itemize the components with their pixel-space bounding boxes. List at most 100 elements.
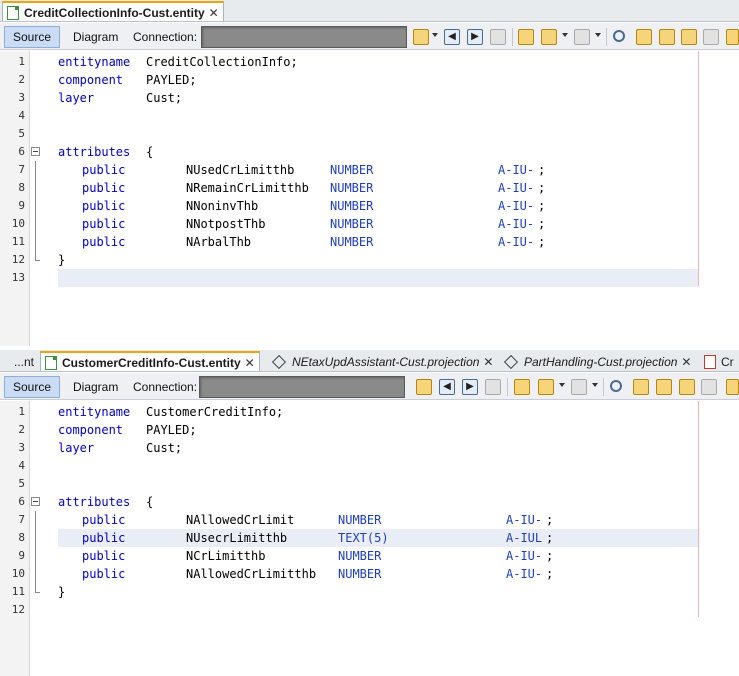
line-number: 8 xyxy=(18,531,25,544)
code-line: 6 attributes { xyxy=(0,493,739,511)
find-next-icon[interactable] xyxy=(659,29,675,45)
line-number: 3 xyxy=(18,91,25,104)
bookmark-toggle-icon[interactable] xyxy=(538,379,554,395)
find-next-icon[interactable] xyxy=(656,379,672,395)
format-icon[interactable] xyxy=(574,29,590,45)
run-dropdown-icon[interactable] xyxy=(432,33,438,37)
bookmark-dropdown-icon[interactable] xyxy=(559,383,565,387)
toggle-highlight-icon[interactable] xyxy=(703,29,719,45)
fold-collapse-icon[interactable] xyxy=(31,497,40,506)
run-icon[interactable] xyxy=(413,29,429,45)
attribute-name: NRemainCrLimitthb xyxy=(186,181,309,195)
deploy-icon[interactable] xyxy=(490,29,506,45)
format-dropdown-icon[interactable] xyxy=(595,33,601,37)
code-editor[interactable]: 1 entityname CustomerCreditInfo; 2 compo… xyxy=(0,401,739,676)
code-line: 4 xyxy=(0,457,739,475)
brace: } xyxy=(58,585,66,599)
forward-icon[interactable]: ▶ xyxy=(467,29,483,45)
entity-file-icon xyxy=(45,355,57,370)
keyword: entityname xyxy=(58,55,131,69)
projection-file-icon xyxy=(271,354,287,369)
keyword: layer xyxy=(58,91,95,105)
tab-netaxupdassistant[interactable]: NEtaxUpdAssistant-Cust.projection ✕ xyxy=(268,351,497,371)
bookmark-toggle-icon[interactable] xyxy=(541,29,557,45)
tab-truncated-left[interactable]: ...nt xyxy=(10,351,38,371)
find-selection-icon[interactable] xyxy=(681,29,697,45)
attribute-name: NCrLimitthb xyxy=(186,549,266,563)
find-previous-icon[interactable] xyxy=(633,379,649,395)
line-number: 1 xyxy=(18,405,25,418)
attribute-name: NUsecrLimitthb xyxy=(186,531,288,545)
format-dropdown-icon[interactable] xyxy=(592,383,598,387)
line-number: 10 xyxy=(11,567,25,580)
semicolon: ; xyxy=(546,549,554,563)
close-tab-icon[interactable]: ✕ xyxy=(681,355,691,369)
close-tab-icon[interactable]: ✕ xyxy=(245,356,255,370)
identifier: CreditCollectionInfo; xyxy=(146,55,298,69)
code-editor[interactable]: 1 entityname CreditCollectionInfo; 2 com… xyxy=(0,51,739,346)
diagram-mode-button[interactable]: Diagram xyxy=(64,26,127,48)
editor-toolbar: Source Diagram Connection: ◀ ▶ xyxy=(0,23,739,50)
source-mode-button[interactable]: Source xyxy=(4,26,61,48)
identifier: Cust; xyxy=(146,91,183,105)
bookmark-prev-icon[interactable] xyxy=(518,29,534,45)
tab-bar: ...nt CustomerCreditInfo-Cust.entity ✕ N… xyxy=(0,350,739,372)
modifier: public xyxy=(82,513,126,527)
attribute-name: NNoninvThb xyxy=(186,199,259,213)
run-icon[interactable] xyxy=(416,379,432,395)
tab-label: Cr xyxy=(721,354,734,369)
find-selection-icon[interactable] xyxy=(679,379,695,395)
line-number: 6 xyxy=(18,495,25,508)
find-icon[interactable] xyxy=(613,30,625,42)
line-number: 9 xyxy=(18,549,25,562)
close-tab-icon[interactable]: ✕ xyxy=(483,355,493,369)
tab-label: CustomerCreditInfo-Cust.entity xyxy=(62,355,241,370)
tab-truncated-right[interactable]: Cr xyxy=(700,351,738,371)
document-icon xyxy=(704,354,716,369)
keyword: component xyxy=(58,423,124,437)
close-tab-icon[interactable]: ✕ xyxy=(209,6,219,20)
keyword: attributes xyxy=(58,495,131,509)
attribute-type: NUMBER xyxy=(330,163,374,177)
code-line: 11 } xyxy=(0,583,739,601)
bookmark-prev-icon[interactable] xyxy=(514,379,530,395)
modifier: public xyxy=(82,567,126,581)
bookmark-dropdown-icon[interactable] xyxy=(562,33,568,37)
connection-field[interactable] xyxy=(199,376,405,398)
tab-creditcollectioninfo[interactable]: CreditCollectionInfo-Cust.entity ✕ xyxy=(2,1,224,21)
semicolon: ; xyxy=(538,235,546,249)
entity-file-icon xyxy=(7,5,19,20)
code-line: 5 xyxy=(0,475,739,493)
forward-icon[interactable]: ▶ xyxy=(462,379,478,395)
fold-collapse-icon[interactable] xyxy=(31,147,40,156)
attribute-flags: A-IU- xyxy=(498,235,535,249)
tab-parthandling[interactable]: PartHandling-Cust.projection ✕ xyxy=(500,351,695,371)
find-icon[interactable] xyxy=(610,380,622,392)
overflow-icon[interactable] xyxy=(726,379,739,395)
code-line-current: 8 public NUsecrLimitthb TEXT(5) A-IUL ; xyxy=(0,529,739,547)
back-icon[interactable]: ◀ xyxy=(444,29,460,45)
code-line-current: 13 xyxy=(0,269,739,287)
connection-field[interactable] xyxy=(201,26,407,48)
back-icon[interactable]: ◀ xyxy=(439,379,455,395)
semicolon: ; xyxy=(538,199,546,213)
current-line-highlight xyxy=(58,269,698,287)
tab-label: NEtaxUpdAssistant-Cust.projection xyxy=(292,354,480,369)
code-line: 4 xyxy=(0,107,739,125)
diagram-mode-button[interactable]: Diagram xyxy=(64,376,127,398)
format-icon[interactable] xyxy=(571,379,587,395)
line-number: 12 xyxy=(11,253,25,266)
toggle-highlight-icon[interactable] xyxy=(701,379,717,395)
code-line: 11 public NArbalThb NUMBER A-IU- ; xyxy=(0,233,739,251)
attribute-type: NUMBER xyxy=(330,181,374,195)
brace: } xyxy=(58,253,66,267)
overflow-icon[interactable] xyxy=(726,29,739,45)
tab-customercreditinfo[interactable]: CustomerCreditInfo-Cust.entity ✕ xyxy=(40,351,260,371)
deploy-icon[interactable] xyxy=(485,379,501,395)
line-number: 6 xyxy=(18,145,25,158)
line-number: 11 xyxy=(11,235,25,248)
line-number: 10 xyxy=(11,217,25,230)
source-mode-button[interactable]: Source xyxy=(4,376,61,398)
find-previous-icon[interactable] xyxy=(636,29,652,45)
line-number: 11 xyxy=(11,585,25,598)
